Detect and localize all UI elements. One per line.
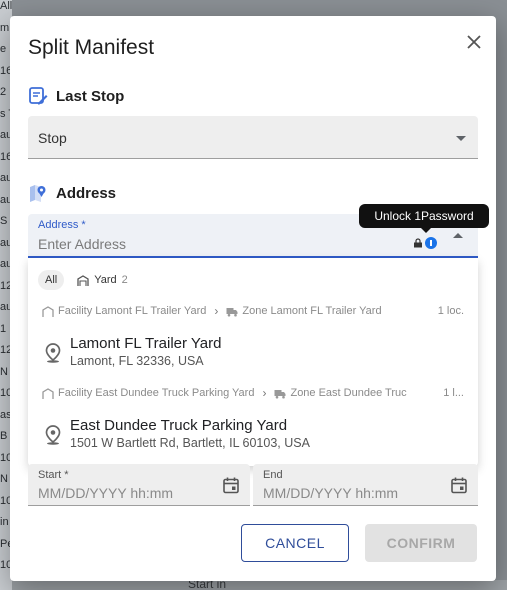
facility-icon <box>42 305 54 317</box>
suggestion-address: 1501 W Bartlett Rd, Bartlett, IL 60103, … <box>70 436 310 450</box>
address-input[interactable] <box>38 236 398 252</box>
crumb-count: 1 l... <box>437 387 464 399</box>
unlock-password-tooltip: Unlock 1Password <box>359 204 489 233</box>
background-fragment: S <box>0 215 8 227</box>
start-date-label: Start * <box>38 469 69 481</box>
calendar-icon[interactable] <box>450 476 468 494</box>
garage-icon <box>77 274 89 286</box>
last-stop-heading: Last Stop <box>28 86 124 106</box>
location-pin-icon <box>45 343 61 363</box>
chip-all-label: All <box>45 274 58 286</box>
truck-icon <box>274 389 286 398</box>
crumb-count: 1 loc. <box>431 305 464 317</box>
background-fragment: All <box>0 0 13 12</box>
background-fragment: N <box>0 365 8 378</box>
end-date-label: End <box>263 469 283 481</box>
filter-chips: All Yard 2 <box>38 270 135 290</box>
stop-select[interactable]: Stop <box>28 116 478 159</box>
address-label: Address <box>56 184 117 202</box>
cancel-button[interactable]: CANCEL <box>241 524 349 562</box>
start-date-input[interactable]: MM/DD/YYYY hh:mm <box>38 485 173 501</box>
truck-icon <box>226 307 238 316</box>
crumb-zone: Zone East Dundee Truc <box>290 387 407 399</box>
stop-select-value: Stop <box>38 130 67 146</box>
background-fragment: B <box>0 430 8 442</box>
suggestion-name: Lamont FL Trailer Yard <box>70 335 222 352</box>
end-date-input[interactable]: MM/DD/YYYY hh:mm <box>263 485 398 501</box>
address-field-label: Address * <box>38 219 86 231</box>
lock-icon[interactable] <box>413 238 423 248</box>
crumb-zone: Zone Lamont FL Trailer Yard <box>242 305 382 317</box>
background-fragment: 2 <box>0 86 7 98</box>
dialog-title: Split Manifest <box>28 36 155 59</box>
chip-yard[interactable]: Yard 2 <box>70 270 135 290</box>
chip-all[interactable]: All <box>38 270 65 290</box>
suggestion-lamont[interactable]: Lamont FL Trailer Yard Lamont, FL 32336,… <box>28 332 478 374</box>
background-fragment: 1 <box>0 322 7 335</box>
collapse-arrow-icon[interactable] <box>453 233 463 238</box>
crumb-facility: Facility Lamont FL Trailer Yard <box>58 305 207 317</box>
chip-yard-label: Yard <box>94 274 117 286</box>
end-date-field[interactable]: End MM/DD/YYYY hh:mm <box>253 464 478 506</box>
chevron-right-icon: › <box>262 386 267 400</box>
chip-yard-count: 2 <box>121 274 128 286</box>
background-fragment: N <box>0 473 8 485</box>
breadcrumb: Facility East Dundee Truck Parking Yard … <box>42 386 464 400</box>
confirm-button[interactable]: CONFIRM <box>365 524 477 562</box>
facility-icon <box>42 387 54 399</box>
chevron-right-icon: › <box>214 304 219 318</box>
close-icon[interactable] <box>465 33 483 51</box>
edit-list-icon <box>29 87 48 105</box>
address-heading: Address <box>28 183 116 203</box>
suggestion-name: East Dundee Truck Parking Yard <box>70 417 288 434</box>
start-date-field[interactable]: Start * MM/DD/YYYY hh:mm <box>28 464 250 506</box>
background-fragment: m <box>0 21 10 34</box>
password-manager-icon[interactable] <box>425 237 437 249</box>
address-suggestions-dropdown: All Yard 2 Facility Lamont FL Trailer Ya… <box>28 258 478 466</box>
background-fragment: in <box>0 516 9 528</box>
suggestion-address: Lamont, FL 32336, USA <box>70 354 204 368</box>
dropdown-arrow-icon <box>456 136 466 141</box>
background-bottom-strip: Start in <box>12 577 507 590</box>
suggestion-east-dundee[interactable]: East Dundee Truck Parking Yard 1501 W Ba… <box>28 414 478 456</box>
breadcrumb: Facility Lamont FL Trailer Yard › Zone L… <box>42 304 464 318</box>
calendar-icon[interactable] <box>222 476 240 494</box>
last-stop-label: Last Stop <box>56 87 125 105</box>
map-pin-icon <box>30 185 46 202</box>
location-pin-icon <box>45 425 61 445</box>
crumb-facility: Facility East Dundee Truck Parking Yard <box>58 387 255 399</box>
